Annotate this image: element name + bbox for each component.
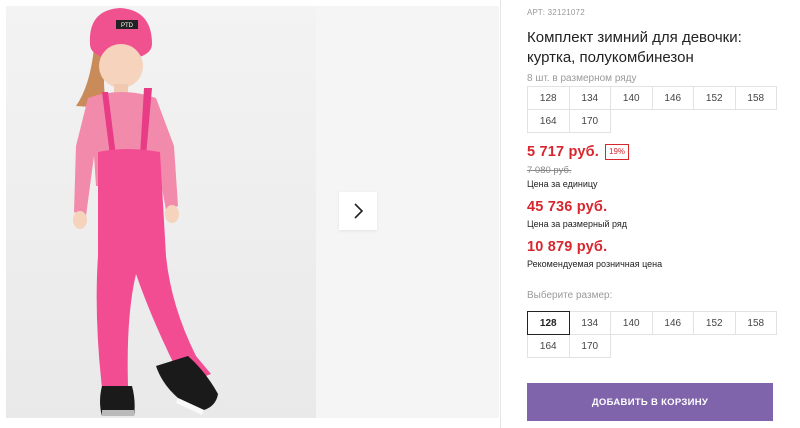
row-price: 45 736 руб. xyxy=(527,199,608,215)
chevron-right-icon xyxy=(354,203,364,219)
old-price: 7 080 руб. xyxy=(527,165,572,176)
row-price-caption: Цена за размерный ряд xyxy=(527,219,628,229)
product-gallery: PTD xyxy=(0,0,501,428)
choose-size-label: Выберите размер: xyxy=(527,290,613,301)
discount-badge: 19% xyxy=(605,144,630,160)
pack-size-cell: 164 xyxy=(527,109,570,133)
pack-size-cell: 128 xyxy=(527,86,570,110)
pack-sizes-grid: 128 134 140 146 152 158 164 170 xyxy=(527,86,777,133)
unit-price-row: 5 717 руб. 19% xyxy=(527,144,630,160)
unit-price: 5 717 руб. xyxy=(527,144,600,160)
size-option-152[interactable]: 152 xyxy=(693,311,736,335)
size-option-164[interactable]: 164 xyxy=(527,334,570,358)
pack-size-cell: 140 xyxy=(610,86,653,110)
retail-price: 10 879 руб. xyxy=(527,239,608,255)
pack-size-cell: 134 xyxy=(568,86,611,110)
hat-label-text: PTD xyxy=(121,23,134,29)
size-option-134[interactable]: 134 xyxy=(568,311,611,335)
size-option-128[interactable]: 128 xyxy=(527,311,570,335)
add-to-cart-button[interactable]: ДОБАВИТЬ В КОРЗИНУ xyxy=(527,383,773,421)
right-boot xyxy=(156,356,218,410)
next-image-button[interactable] xyxy=(339,192,377,230)
pack-label: 8 шт. в размерном ряду xyxy=(527,73,637,84)
article-number: АРТ: 32121072 xyxy=(527,8,585,17)
face xyxy=(99,44,143,88)
size-option-140[interactable]: 140 xyxy=(610,311,653,335)
size-option-158[interactable]: 158 xyxy=(734,311,777,335)
girl-in-winter-set-image: PTD xyxy=(73,8,218,416)
unit-price-caption: Цена за единицу xyxy=(527,179,598,189)
product-title: Комплект зимний для девочки: куртка, пол… xyxy=(527,29,742,66)
pack-size-cell: 152 xyxy=(693,86,736,110)
size-option-146[interactable]: 146 xyxy=(651,311,694,335)
pack-size-cell: 146 xyxy=(651,86,694,110)
size-option-170[interactable]: 170 xyxy=(568,334,611,358)
pack-size-cell: 170 xyxy=(568,109,611,133)
row-price-row: 45 736 руб. xyxy=(527,199,607,215)
snow-pants xyxy=(96,149,211,388)
retail-price-row: 10 879 руб. xyxy=(527,239,607,255)
retail-price-caption: Рекомендуемая розничная цена xyxy=(527,259,663,269)
product-photo[interactable]: PTD xyxy=(6,6,316,418)
size-picker-grid: 128 134 140 146 152 158 164 170 xyxy=(527,311,777,358)
pack-size-cell: 158 xyxy=(734,86,777,110)
